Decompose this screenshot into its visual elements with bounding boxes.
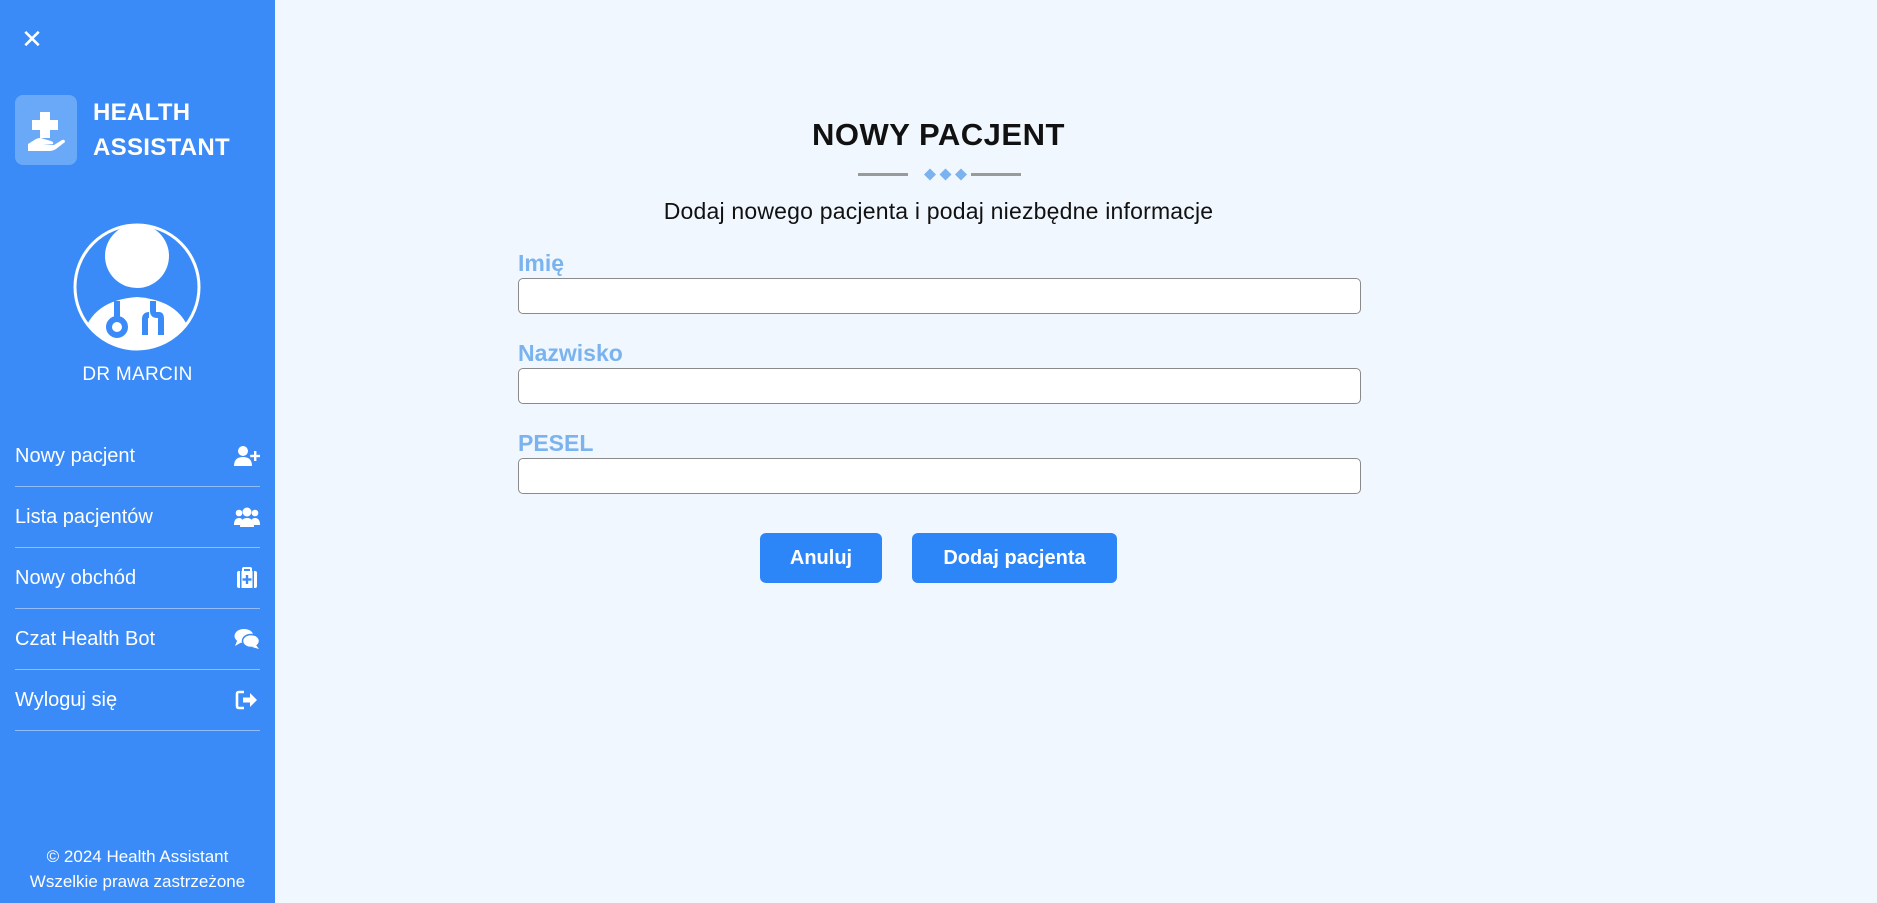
comments-icon — [234, 628, 260, 650]
doctor-avatar-icon — [73, 223, 201, 351]
doctor-name: DR MARCIN — [82, 364, 193, 385]
sign-out-icon — [234, 689, 260, 711]
brand: HEALTH ASSISTANT — [15, 95, 230, 165]
sidebar-item-wyloguj[interactable]: Wyloguj się — [15, 670, 260, 731]
medkit-icon — [234, 567, 260, 589]
sidebar: ✕ HEALTH ASSISTANT DR MARCIN Nowy pacjen… — [0, 0, 275, 903]
sidebar-item-label: Nowy obchód — [15, 566, 137, 589]
pesel-input[interactable] — [518, 458, 1361, 494]
first-name-input[interactable] — [518, 278, 1361, 314]
sidebar-item-czat-health-bot[interactable]: Czat Health Bot — [15, 609, 260, 670]
sidebar-item-nowy-obchod[interactable]: Nowy obchód — [15, 548, 260, 609]
sidebar-item-label: Nowy pacjent — [15, 444, 136, 467]
last-name-label: Nazwisko — [518, 340, 623, 366]
first-name-label: Imię — [518, 250, 565, 276]
new-patient-form: Imię Nazwisko PESEL — [518, 248, 1361, 518]
sidebar-nav: Nowy pacjent Lista pacjentów Nowy obchód… — [15, 426, 260, 731]
pesel-label: PESEL — [518, 430, 594, 456]
close-icon[interactable]: ✕ — [20, 27, 44, 53]
sidebar-item-lista-pacjentow[interactable]: Lista pacjentów — [15, 487, 260, 548]
brand-line2: ASSISTANT — [93, 134, 230, 161]
page-subtitle: Dodaj nowego pacjenta i podaj niezbędne … — [663, 198, 1214, 224]
sidebar-item-label: Czat Health Bot — [15, 627, 156, 650]
hand-holding-medical-icon — [15, 95, 77, 165]
user-plus-icon — [234, 445, 260, 467]
sidebar-item-nowy-pacjent[interactable]: Nowy pacjent — [15, 426, 260, 487]
cancel-button[interactable]: Anuluj — [760, 533, 882, 583]
brand-name: HEALTH ASSISTANT — [93, 95, 230, 165]
copyright-text: © 2024 Health Assistant — [46, 847, 229, 866]
sidebar-footer: © 2024 Health Assistant Wszelkie prawa z… — [0, 844, 275, 894]
sidebar-item-label: Lista pacjentów — [15, 505, 153, 528]
add-patient-button[interactable]: Dodaj pacjenta — [912, 533, 1117, 583]
users-icon — [234, 506, 260, 528]
rights-text: Wszelkie prawa zastrzeżone — [29, 872, 246, 891]
page-title: NOWY PACJENT — [812, 117, 1065, 152]
title-divider — [858, 166, 1021, 182]
last-name-input[interactable] — [518, 368, 1361, 404]
sidebar-item-label: Wyloguj się — [15, 688, 118, 711]
brand-line1: HEALTH — [93, 99, 191, 126]
